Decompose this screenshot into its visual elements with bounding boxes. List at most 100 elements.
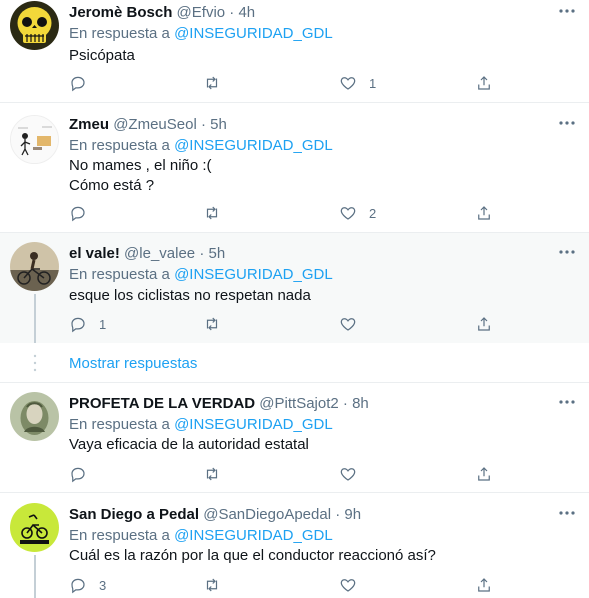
avatar[interactable] [10,503,59,552]
tweet[interactable]: San Diego a Pedal @SanDiegoApedal · 9h E… [0,493,589,598]
tweet-actions: 1 [69,314,490,334]
mention-link[interactable]: @INSEGURIDAD_GDL [174,527,333,544]
mention-link[interactable]: @INSEGURIDAD_GDL [174,416,333,433]
heart-icon [340,579,356,592]
timestamp[interactable]: 8h [352,395,369,412]
tweet-actions: 1 [69,73,490,93]
reply-context: En respuesta a @INSEGURIDAD_GDL [69,527,333,545]
tweet-header: el vale! @le_valee · 5h [69,245,225,263]
mention-link[interactable]: @INSEGURIDAD_GDL [174,266,333,283]
reply-prefix: En respuesta a [69,527,175,544]
reply-button[interactable] [69,73,99,93]
more-options-icon[interactable] [557,116,577,130]
retweet-icon [206,578,218,592]
heart-icon [340,77,356,90]
reply-prefix: En respuesta a [69,266,175,283]
timestamp[interactable]: 9h [344,506,361,523]
heart-icon [340,318,356,331]
share-button[interactable] [475,203,493,223]
reply-button[interactable]: 3 [69,575,106,595]
avatar[interactable] [10,392,59,441]
share-icon [478,76,490,90]
avatar[interactable] [10,1,59,50]
like-button[interactable] [339,575,369,595]
skull-avatar-icon [10,1,59,50]
separator: · [195,245,209,262]
timestamp[interactable]: 4h [238,4,255,21]
thread-line [34,294,36,343]
reply-context: En respuesta a @INSEGURIDAD_GDL [69,266,333,284]
like-button[interactable]: 1 [339,73,376,93]
share-button[interactable] [475,73,493,93]
timestamp[interactable]: 5h [209,245,226,262]
reply-context: En respuesta a @INSEGURIDAD_GDL [69,25,333,43]
tweet[interactable]: Jeromè Bosch @Efvio · 4h En respuesta a … [0,0,589,103]
tweet-header: San Diego a Pedal @SanDiegoApedal · 9h [69,506,361,524]
reply-prefix: En respuesta a [69,416,175,433]
timestamp[interactable]: 5h [210,116,227,133]
tweet-header: PROFETA DE LA VERDAD @PittSajot2 · 8h [69,395,369,413]
retweet-button[interactable] [203,464,221,484]
tweet-text: esque los ciclistas no respetan nada [69,287,311,304]
like-button[interactable]: 2 [339,203,376,223]
more-options-icon[interactable] [557,395,577,409]
retweet-icon [206,76,218,90]
share-button[interactable] [475,575,493,595]
tweet-header: Jeromè Bosch @Efvio · 4h [69,4,255,22]
banknote-avatar-icon [10,392,59,441]
show-replies-link[interactable]: Mostrar respuestas [69,355,197,372]
separator: · [331,506,345,523]
like-count: 2 [369,205,377,221]
separator: · [338,395,353,412]
reply-prefix: En respuesta a [69,25,175,42]
handle[interactable]: @le_valee [124,245,195,262]
reply-icon [71,206,85,222]
tweet[interactable]: el vale! @le_valee · 5h En respuesta a @… [0,233,589,343]
reply-prefix: En respuesta a [69,137,175,154]
more-options-icon[interactable] [557,4,577,18]
share-button[interactable] [475,464,493,484]
like-button[interactable] [339,464,369,484]
reply-count: 3 [99,577,107,593]
reply-button[interactable] [69,464,99,484]
retweet-button[interactable] [203,73,221,93]
reply-icon [71,467,85,483]
retweet-icon [206,467,218,481]
thread-line [34,555,36,598]
reply-count: 1 [99,316,107,332]
reply-button[interactable]: 1 [69,314,106,334]
tweet-actions: 3 [69,575,490,595]
tweet[interactable]: PROFETA DE LA VERDAD @PittSajot2 · 8h En… [0,382,589,493]
retweet-button[interactable] [203,575,221,595]
tweet[interactable]: Zmeu @ZmeuSeol · 5h En respuesta a @INSE… [0,103,589,233]
share-button[interactable] [475,314,493,334]
show-replies-row[interactable]: Mostrar respuestas [0,343,589,383]
sketch-avatar-icon [11,116,58,163]
avatar[interactable] [10,115,59,164]
more-options-icon[interactable] [557,245,577,259]
retweet-button[interactable] [203,314,221,334]
share-icon [478,317,490,331]
mention-link[interactable]: @INSEGURIDAD_GDL [174,25,333,42]
handle[interactable]: @ZmeuSeol [113,116,197,133]
avatar[interactable] [10,242,59,291]
cyclist-avatar-icon [10,242,59,291]
retweet-icon [206,317,218,331]
more-options-icon[interactable] [557,506,577,520]
handle[interactable]: @SanDiegoApedal [203,506,331,523]
mention-link[interactable]: @INSEGURIDAD_GDL [174,137,333,154]
handle[interactable]: @Efvio [177,4,226,21]
like-button[interactable] [339,314,369,334]
display-name[interactable]: San Diego a Pedal [69,506,199,523]
heart-icon [340,468,356,481]
handle[interactable]: @PittSajot2 [259,395,338,412]
reply-button[interactable] [69,203,99,223]
display-name[interactable]: PROFETA DE LA VERDAD [69,395,255,412]
share-icon [478,578,490,592]
separator: · [225,4,239,21]
display-name[interactable]: Jeromè Bosch [69,4,172,21]
retweet-button[interactable] [203,203,221,223]
display-name[interactable]: el vale! [69,245,120,262]
tweet-actions: 2 [69,203,490,223]
display-name[interactable]: Zmeu [69,116,109,133]
